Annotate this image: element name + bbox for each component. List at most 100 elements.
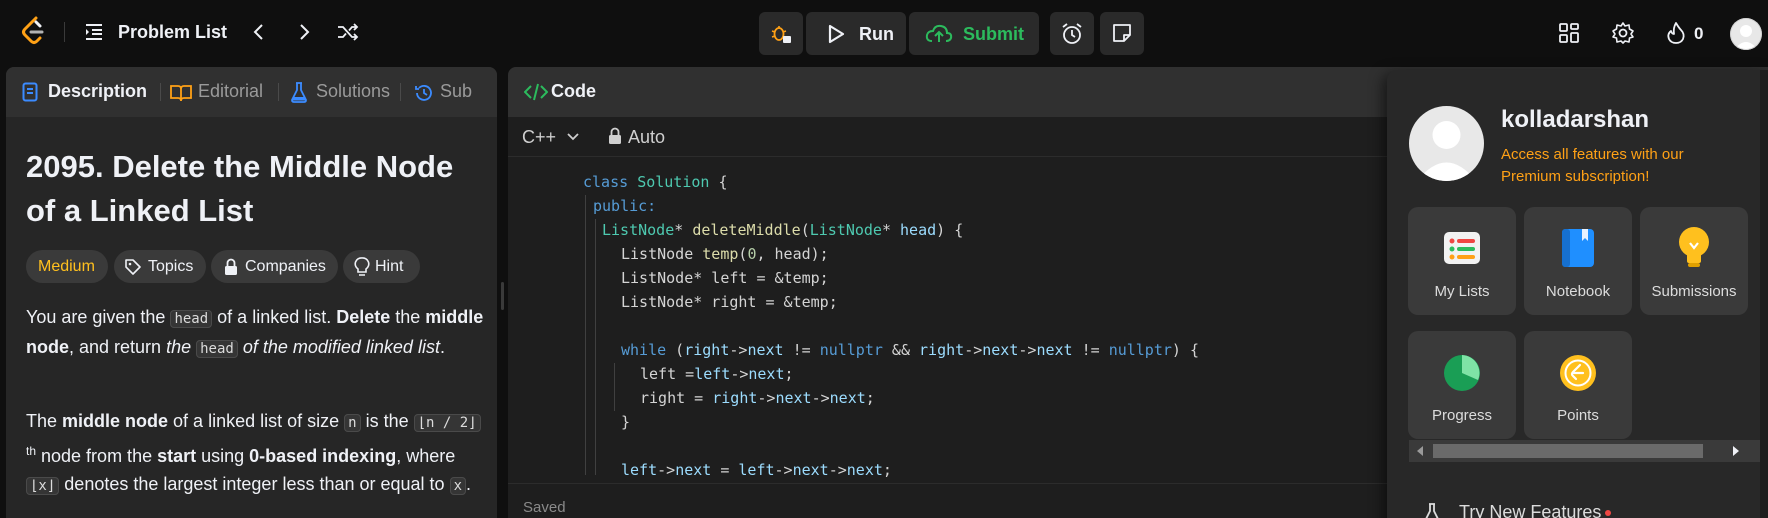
inline-code: ⌊x⌋ — [26, 477, 60, 495]
indent-guide — [585, 195, 586, 475]
inline-code: n — [344, 414, 361, 432]
language-selector[interactable]: C++ — [522, 127, 556, 148]
flame-streak-icon[interactable] — [1665, 21, 1687, 45]
tag-icon — [125, 259, 141, 275]
code-line: public: — [593, 197, 657, 215]
lock-icon — [609, 127, 621, 144]
hint-button[interactable]: Hint — [343, 250, 420, 283]
chevron-down-icon[interactable] — [566, 131, 580, 143]
scroll-right-icon[interactable] — [1731, 445, 1741, 457]
notification-dot — [1605, 510, 1611, 516]
description-panel: Description Editorial Solutions Sub 2095… — [6, 67, 497, 518]
text: You are given the — [26, 307, 171, 327]
gear-icon[interactable] — [1611, 21, 1635, 45]
bold-text: Delete — [336, 307, 391, 327]
auto-format-label[interactable]: Auto — [628, 127, 665, 148]
my-lists-tile[interactable]: My Lists — [1408, 207, 1516, 315]
code-line: ListNode* right = &temp; — [621, 293, 838, 311]
history-icon — [415, 85, 432, 101]
topics-button[interactable]: Topics — [114, 250, 206, 283]
leetcode-logo-icon[interactable] — [20, 16, 48, 46]
premium-promo[interactable]: Access all features with our Premium sub… — [1501, 144, 1731, 188]
inline-code: x — [449, 477, 466, 495]
companies-button[interactable]: Companies — [211, 250, 338, 283]
code-brackets-icon — [524, 83, 548, 101]
tab-submissions[interactable]: Sub — [440, 81, 472, 102]
debug-button[interactable] — [759, 12, 803, 55]
code-line: while (right->next != nullptr && right->… — [621, 341, 1199, 359]
code-line: ListNode temp(0, head); — [621, 245, 829, 263]
profile-avatar[interactable] — [1409, 106, 1484, 181]
notebook-tile[interactable]: Notebook — [1524, 207, 1632, 315]
tab-editorial[interactable]: Editorial — [198, 81, 263, 102]
difficulty-badge: Medium — [26, 250, 108, 283]
inline-code: head — [170, 310, 213, 328]
page-scrollbar[interactable] — [1760, 70, 1768, 518]
streak-count: 0 — [1694, 24, 1704, 43]
description-paragraph-1: You are given the head of a linked list.… — [26, 303, 486, 363]
prev-problem-icon[interactable] — [247, 20, 271, 44]
save-status: Saved — [523, 499, 566, 516]
problem-list-link[interactable]: Problem List — [118, 22, 227, 43]
play-icon — [828, 24, 845, 44]
text: . — [466, 474, 472, 494]
scroll-left-icon[interactable] — [1415, 445, 1425, 457]
left-tab-bar: Description Editorial Solutions Sub — [6, 67, 497, 117]
italic-text: the — [166, 337, 192, 357]
text: the — [390, 307, 426, 327]
try-new-features-link[interactable]: Try New Features — [1459, 502, 1601, 518]
text: , and return — [69, 337, 167, 357]
description-paragraph-2: The middle node of a linked list of size… — [26, 407, 486, 500]
text: using — [196, 446, 250, 466]
description-icon — [22, 82, 38, 102]
pie-chart-icon — [1444, 355, 1480, 391]
hint-label: Hint — [375, 258, 404, 275]
lightbulb-icon — [354, 257, 370, 276]
progress-tile[interactable]: Progress — [1408, 331, 1516, 439]
bold-text: 0-based indexing — [249, 446, 397, 466]
username[interactable]: kolladarshan — [1501, 106, 1649, 134]
code-line: } — [621, 413, 631, 431]
superscript: th — [26, 444, 37, 458]
tile-label: My Lists — [1434, 283, 1490, 300]
alarm-clock-icon — [1062, 23, 1082, 44]
tab-solutions[interactable]: Solutions — [316, 81, 390, 102]
tile-label: Notebook — [1545, 283, 1611, 300]
coin-icon — [1560, 355, 1596, 391]
companies-label: Companies — [245, 258, 326, 275]
avatar-placeholder-icon — [1417, 121, 1476, 181]
text: denotes the largest integer less than or… — [59, 474, 450, 494]
flask-icon — [291, 82, 307, 103]
scrollbar-thumb[interactable] — [1433, 444, 1703, 458]
lock-icon — [225, 258, 237, 275]
bold-text: start — [157, 446, 197, 466]
indent-guide — [614, 363, 615, 411]
user-avatar[interactable] — [1730, 18, 1762, 50]
difficulty-label: Medium — [38, 258, 95, 275]
next-problem-icon[interactable] — [292, 20, 316, 44]
book-icon — [170, 85, 192, 102]
timer-button[interactable] — [1050, 12, 1094, 55]
panel-resize-handle[interactable] — [501, 282, 504, 310]
flask-icon — [1425, 503, 1439, 518]
text: node from the — [36, 446, 158, 466]
points-tile[interactable]: Points — [1524, 331, 1632, 439]
run-label: Run — [859, 24, 894, 44]
note-button[interactable] — [1100, 12, 1144, 55]
cloud-upload-icon — [925, 24, 953, 42]
bold-text: middle node — [62, 411, 169, 431]
inline-code: ⌊n / 2⌋ — [413, 414, 481, 432]
shuffle-icon[interactable] — [336, 20, 360, 44]
code-line: left =left->next; — [640, 365, 794, 383]
layout-grid-icon[interactable] — [1558, 22, 1580, 44]
lightbulb-icon — [1679, 227, 1709, 267]
submissions-tile[interactable]: Submissions — [1640, 207, 1748, 315]
indent-guide — [595, 219, 596, 475]
problem-list-icon[interactable] — [84, 22, 104, 42]
list-icon — [1444, 232, 1480, 264]
horizontal-scrollbar[interactable] — [1409, 440, 1768, 462]
text: of a linked list. — [212, 307, 337, 327]
text: The — [26, 411, 63, 431]
tab-divider — [160, 83, 161, 101]
tab-description[interactable]: Description — [48, 81, 147, 102]
